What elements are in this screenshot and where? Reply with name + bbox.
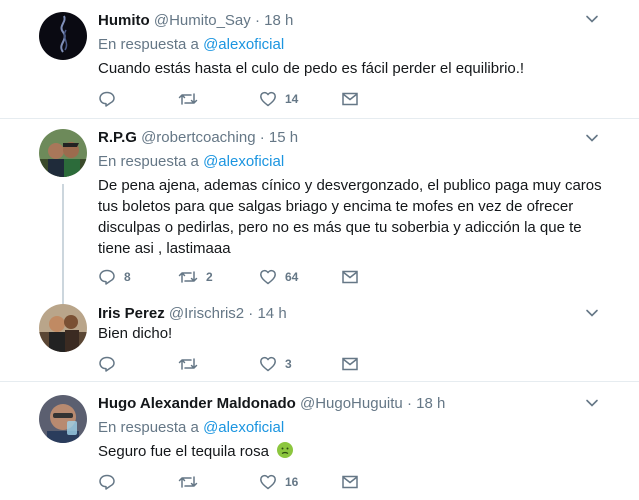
tweet-actions: 14 <box>98 89 398 109</box>
tweet-text: Bien dicho! <box>98 325 173 342</box>
like-count: 64 <box>285 270 299 284</box>
tweet-rpg[interactable]: R.P.G @robertcoaching · 15 h En respuest… <box>0 119 639 299</box>
author-handle[interactable]: @Humito_Say <box>154 12 251 29</box>
tweet-timestamp[interactable]: 15 h <box>269 129 298 146</box>
retweet-button[interactable] <box>178 354 206 374</box>
reply-context: En respuesta a @alexoficial <box>98 419 284 437</box>
retweet-button[interactable]: 2 <box>178 267 213 287</box>
avatar[interactable] <box>39 12 87 60</box>
reply-to-link[interactable]: @alexoficial <box>203 153 284 170</box>
like-button[interactable]: 14 <box>259 89 298 109</box>
tweet-humito[interactable]: Humito @Humito_Say · 18 h En respuesta a… <box>0 0 639 118</box>
like-icon <box>259 473 277 491</box>
tweet-text: Seguro fue el tequila rosa <box>98 441 610 462</box>
tweet-text: Cuando estás hasta el culo de pedo es fá… <box>98 60 525 77</box>
like-icon <box>259 268 277 286</box>
reply-icon <box>98 355 116 373</box>
like-button[interactable]: 64 <box>259 267 298 287</box>
tweet-iris-perez[interactable]: Iris Perez @Irischris2 · 14 h Bien dicho… <box>0 300 639 381</box>
message-icon <box>341 473 359 491</box>
tweet-header: Humito @Humito_Say · 18 h <box>98 12 293 30</box>
reply-icon <box>98 268 116 286</box>
retweet-icon <box>178 355 198 373</box>
tweet-header: Iris Perez @Irischris2 · 14 h <box>98 305 287 323</box>
author-name[interactable]: Iris Perez <box>98 305 165 322</box>
author-handle[interactable]: @Irischris2 <box>169 305 244 322</box>
tweet-actions: 3 <box>98 354 398 374</box>
tweet-timestamp[interactable]: 14 h <box>257 305 286 322</box>
avatar[interactable] <box>39 129 87 177</box>
like-count: 16 <box>285 475 299 489</box>
message-button[interactable] <box>341 354 359 374</box>
reply-context: En respuesta a @alexoficial <box>98 153 284 171</box>
tweet-text-content: Seguro fue el tequila rosa <box>98 443 269 460</box>
tweet-actions: 8 2 64 <box>98 267 398 287</box>
retweet-icon <box>178 90 198 108</box>
like-button[interactable]: 3 <box>259 354 292 374</box>
tweet-text: De pena ajena, ademas cínico y desvergon… <box>98 177 602 257</box>
reply-to-link[interactable]: @alexoficial <box>203 419 284 436</box>
tweet-timestamp[interactable]: 18 h <box>264 12 293 29</box>
like-icon <box>259 355 277 373</box>
message-icon <box>341 268 359 286</box>
reply-count: 8 <box>124 270 131 284</box>
tweet-actions: 16 <box>98 472 398 492</box>
tweet-header: R.P.G @robertcoaching · 15 h <box>98 129 298 147</box>
reply-prefix: En respuesta a <box>98 36 199 53</box>
message-icon <box>341 90 359 108</box>
chevron-down-icon[interactable] <box>585 131 599 150</box>
retweet-button[interactable] <box>178 89 206 109</box>
author-name[interactable]: Humito <box>98 12 150 29</box>
sick-face-emoji <box>277 442 294 458</box>
author-handle[interactable]: @HugoHuguitu <box>300 395 403 412</box>
like-count: 14 <box>285 92 299 106</box>
avatar[interactable] <box>39 395 87 443</box>
author-name[interactable]: Hugo Alexander Maldonado <box>98 395 296 412</box>
reply-button[interactable] <box>98 89 124 109</box>
reply-button[interactable] <box>98 354 124 374</box>
reply-icon <box>98 473 116 491</box>
tweet-hugo-maldonado[interactable]: Hugo Alexander Maldonado @HugoHuguitu · … <box>0 382 639 500</box>
reply-prefix: En respuesta a <box>98 153 199 170</box>
retweet-count: 2 <box>206 270 213 284</box>
tweet-timestamp[interactable]: 18 h <box>416 395 445 412</box>
like-button[interactable]: 16 <box>259 472 298 492</box>
retweet-icon <box>178 473 198 491</box>
avatar[interactable] <box>39 304 87 352</box>
retweet-button[interactable] <box>178 472 206 492</box>
reply-prefix: En respuesta a <box>98 419 199 436</box>
chevron-down-icon[interactable] <box>585 396 599 415</box>
message-button[interactable] <box>341 472 359 492</box>
message-icon <box>341 355 359 373</box>
separator-dot: · <box>248 305 254 322</box>
reply-context: En respuesta a @alexoficial <box>98 36 284 54</box>
message-button[interactable] <box>341 267 359 287</box>
separator-dot: · <box>406 395 412 412</box>
like-icon <box>259 90 277 108</box>
chevron-down-icon[interactable] <box>585 12 599 31</box>
author-handle[interactable]: @robertcoaching <box>141 129 255 146</box>
separator-dot: · <box>259 129 265 146</box>
separator-dot: · <box>254 12 260 29</box>
reply-icon <box>98 90 116 108</box>
retweet-icon <box>178 268 198 286</box>
like-count: 3 <box>285 357 292 371</box>
message-button[interactable] <box>341 89 359 109</box>
tweet-header: Hugo Alexander Maldonado @HugoHuguitu · … <box>98 395 445 413</box>
author-name[interactable]: R.P.G <box>98 129 137 146</box>
reply-button[interactable] <box>98 472 124 492</box>
reply-button[interactable]: 8 <box>98 267 131 287</box>
reply-to-link[interactable]: @alexoficial <box>203 36 284 53</box>
